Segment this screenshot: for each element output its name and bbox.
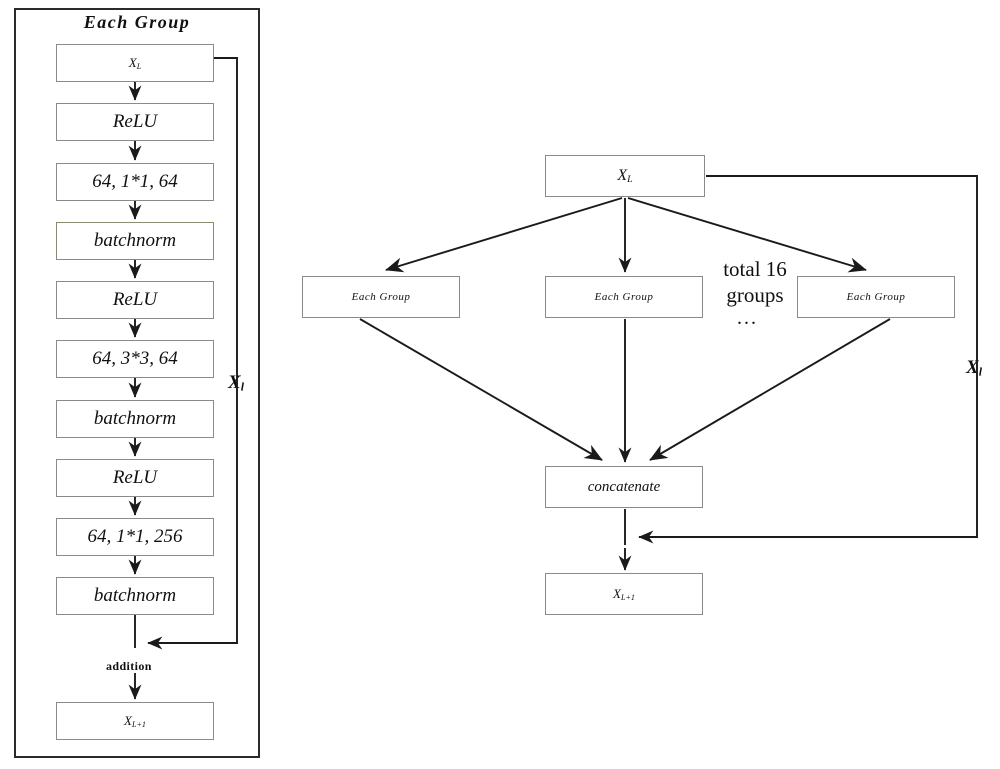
right-node-each-group-3[interactable]: Each Group [797,276,955,318]
right-node-concatenate[interactable]: concatenate [545,466,703,508]
node-label: 64, 3*3, 64 [92,348,178,369]
node-label: batchnorm [93,408,177,429]
arrow-xl-to-group1 [385,197,623,273]
node-batchnorm-3[interactable]: batchnorm [56,577,214,615]
total-groups-line-1: total 16 [723,257,787,281]
node-label: XL+1 [124,713,146,729]
node-x-l-plus-1-output[interactable]: XL+1 [56,702,214,740]
node-label: XL [617,166,633,186]
each-group-panel-title: Each Group [83,12,191,32]
groups-ellipsis: ... [737,307,758,329]
node-batchnorm-1[interactable]: batchnorm [56,222,214,260]
node-relu-2[interactable]: ReLU [56,281,214,319]
node-label: Each Group [351,291,411,303]
addition-label: addition [106,659,152,673]
node-label: Each Group [846,291,906,303]
node-label: concatenate [587,478,661,495]
right-node-each-group-1[interactable]: Each Group [302,276,460,318]
total-groups-line-2: groups [726,283,784,308]
total-groups-label: total 16 groups [710,256,800,309]
right-residual-label: Xl [966,357,982,379]
node-label: batchnorm [93,585,177,606]
node-label: 64, 1*1, 256 [87,526,183,547]
node-relu-1[interactable]: ReLU [56,103,214,141]
node-conv-3x3-64[interactable]: 64, 3*3, 64 [56,340,214,378]
arrow-group3-to-concat [649,318,891,461]
node-conv-1x1-64[interactable]: 64, 1*1, 64 [56,163,214,201]
node-label: ReLU [112,289,158,310]
node-label: batchnorm [93,230,177,251]
node-relu-3[interactable]: ReLU [56,459,214,497]
diagram-canvas: Each Group XL ReLU 64, 1*1, 64 batchnorm… [0,0,1000,769]
node-label: ReLU [112,467,158,488]
right-node-x-l-input[interactable]: XL [545,155,705,197]
arrow-group1-to-concat [359,318,603,461]
node-conv-1x1-256[interactable]: 64, 1*1, 256 [56,518,214,556]
left-residual-label: Xl [228,372,244,394]
node-label: ReLU [112,111,158,132]
right-node-x-l-plus-1-output[interactable]: XL+1 [545,573,703,615]
node-label: Each Group [594,291,654,303]
node-label: XL+1 [613,586,635,602]
node-label: 64, 1*1, 64 [92,171,178,192]
node-label: XL [128,55,142,71]
node-batchnorm-2[interactable]: batchnorm [56,400,214,438]
right-node-each-group-2[interactable]: Each Group [545,276,703,318]
node-x-l-input[interactable]: XL [56,44,214,82]
